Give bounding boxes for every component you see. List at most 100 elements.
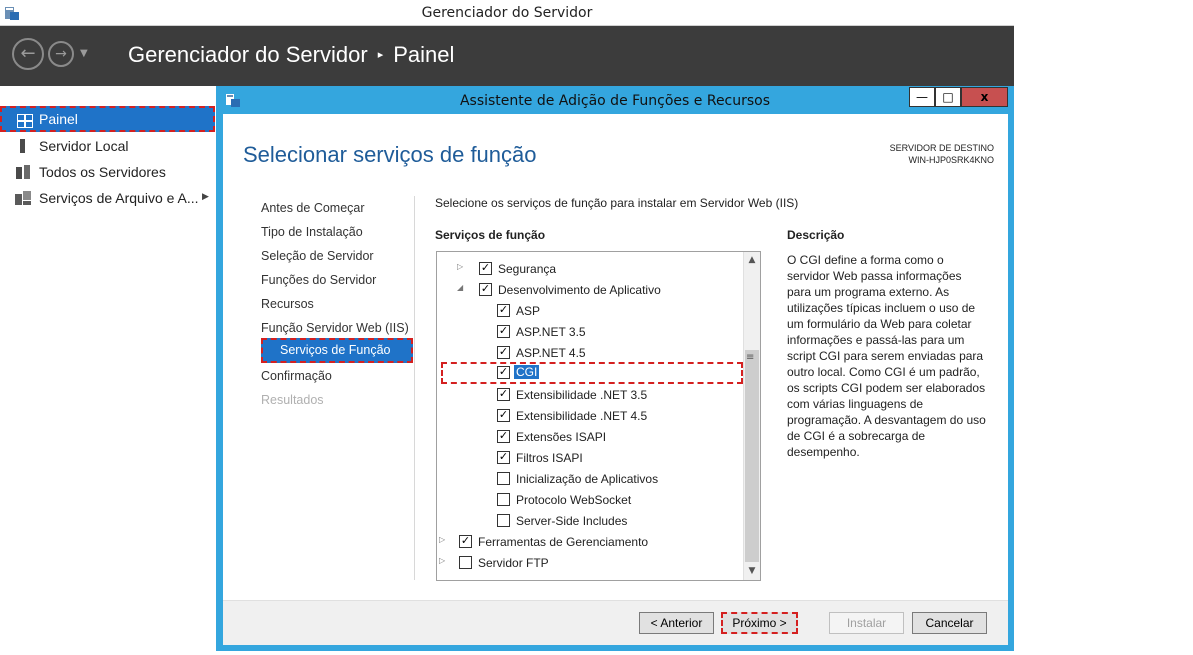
history-dropdown[interactable]: ▼ [80,48,88,59]
tree-scrollbar[interactable]: ▲ ≡ ▼ [743,252,760,580]
servers-icon [16,165,30,179]
chevron-right-icon: ▶ [202,191,209,201]
server-manager-titlebar: Gerenciador do Servidor [0,0,1014,26]
checkbox-app-development[interactable]: ✓ [479,283,492,296]
step-role-services[interactable]: Serviços de Função [261,338,413,363]
step-features[interactable]: Recursos [261,297,314,311]
scroll-down-icon[interactable]: ▼ [744,563,760,579]
breadcrumb-current: Painel [393,42,455,67]
sidebar-item-label: Todos os Servidores [39,164,166,180]
checkbox-aspnet-35[interactable]: ✓ [497,325,510,338]
step-before-you-begin[interactable]: Antes de Começar [261,201,365,215]
sidebar-item-dashboard[interactable]: Painel [0,106,215,132]
checkbox-net-ext-35[interactable]: ✓ [497,388,510,401]
minimize-button[interactable]: — [909,87,935,107]
tree-item-label: CGI [514,365,540,379]
tree-item-label: Servidor FTP [478,556,549,570]
expand-icon[interactable]: ▷ [439,556,449,565]
forward-button[interactable]: → [48,41,74,67]
wizard-footer: < Anterior Próximo > Instalar Cancelar [223,601,1008,645]
tree-item-net-ext-35[interactable]: ✓ Extensibilidade .NET 3.5 [477,385,737,405]
tree-item-aspnet-45[interactable]: ✓ ASP.NET 4.5 [477,343,737,363]
sidebar-item-all-servers[interactable]: Todos os Servidores [0,159,215,185]
sidebar-item-file-services[interactable]: Serviços de Arquivo e A... ▶ [0,185,215,211]
scroll-up-icon[interactable]: ▲ [744,252,760,268]
tree-item-label: Segurança [498,262,557,276]
sidebar-item-local-server[interactable]: Servidor Local [0,133,215,159]
cancel-button[interactable]: Cancelar [912,612,987,634]
wizard-body: Selecionar serviços de função SERVIDOR D… [223,114,1008,645]
tree-item-label: Ferramentas de Gerenciamento [478,535,649,549]
checkbox-isapi-extensions[interactable]: ✓ [497,430,510,443]
tree-item-websocket[interactable]: Protocolo WebSocket [477,490,737,510]
page-title: Selecionar serviços de função [243,142,537,167]
step-confirmation[interactable]: Confirmação [261,369,332,383]
wizard-titlebar: Assistente de Adição de Funções e Recurs… [216,86,1014,114]
checkbox-net-ext-45[interactable]: ✓ [497,409,510,422]
step-installation-type[interactable]: Tipo de Instalação [261,225,363,239]
close-button[interactable]: x [961,87,1008,107]
tree-item-label: Desenvolvimento de Aplicativo [498,283,661,297]
checkbox-security[interactable]: ✓ [479,262,492,275]
sidebar: Painel Servidor Local Todos os Servidore… [0,86,215,655]
tree-item-isapi-filters[interactable]: ✓ Filtros ISAPI [477,448,737,468]
checkbox-cgi[interactable]: ✓ [497,366,510,379]
server-manager-header: ← → ▼ Gerenciador do Servidor ▸ Painel [0,26,1014,86]
wizard-title: Assistente de Adição de Funções e Recurs… [459,93,771,109]
step-web-server-role[interactable]: Função Servidor Web (IIS) [261,321,409,335]
checkbox-ftp-server[interactable] [459,556,472,569]
tree-item-cgi[interactable]: ✓ CGI [441,362,743,384]
tree-item-label: ASP [516,304,541,318]
tree-item-label: Filtros ISAPI [516,451,583,465]
back-button[interactable]: ← [12,38,44,70]
tree-item-label: Inicialização de Aplicativos [516,472,659,486]
file-services-icon [15,191,31,205]
checkbox-aspnet-45[interactable]: ✓ [497,346,510,359]
step-server-selection[interactable]: Seleção de Servidor [261,249,374,263]
step-server-roles[interactable]: Funções do Servidor [261,273,376,287]
breadcrumb-separator: ▸ [377,49,384,61]
scroll-grip-icon: ≡ [746,352,755,363]
previous-button[interactable]: < Anterior [639,612,714,634]
expand-icon[interactable]: ▷ [439,535,449,544]
dashboard-icon [17,114,33,128]
install-button: Instalar [829,612,904,634]
scroll-thumb[interactable] [745,350,759,562]
collapse-icon[interactable]: ◢ [457,283,467,292]
checkbox-isapi-filters[interactable]: ✓ [497,451,510,464]
tree-item-ftp-server[interactable]: ▷ Servidor FTP [439,553,737,573]
tree-item-net-ext-45[interactable]: ✓ Extensibilidade .NET 4.5 [477,406,737,426]
checkbox-ssi[interactable] [497,514,510,527]
tree-item-management-tools[interactable]: ▷ ✓ Ferramentas de Gerenciamento [439,532,737,552]
tree-item-security[interactable]: ▷ ✓ Segurança [457,259,737,279]
tree-item-app-development[interactable]: ◢ ✓ Desenvolvimento de Aplicativo [457,280,737,300]
expand-icon[interactable]: ▷ [457,262,467,271]
next-button[interactable]: Próximo > [721,612,798,634]
destination-server-label: SERVIDOR DE DESTINO [889,143,994,153]
breadcrumb-root[interactable]: Gerenciador do Servidor [128,42,368,67]
instruction-text: Selecione os serviços de função para ins… [435,196,799,210]
chevron-down-icon: ▼ [80,48,88,59]
tree-item-asp[interactable]: ✓ ASP [477,301,737,321]
checkbox-app-initialization[interactable] [497,472,510,485]
checkbox-asp[interactable]: ✓ [497,304,510,317]
tree-item-isapi-extensions[interactable]: ✓ Extensões ISAPI [477,427,737,447]
checkbox-websocket[interactable] [497,493,510,506]
tree-item-ssi[interactable]: Server-Side Includes [477,511,737,531]
tree-item-label: Extensibilidade .NET 4.5 [516,409,648,423]
role-services-tree: ▷ ✓ Segurança ◢ ✓ Desenvolvimento de Apl… [436,251,761,581]
tree-item-label: ASP.NET 4.5 [516,346,586,360]
maximize-button[interactable]: □ [935,87,961,107]
tree-item-aspnet-35[interactable]: ✓ ASP.NET 3.5 [477,322,737,342]
checkbox-management-tools[interactable]: ✓ [459,535,472,548]
description-text: O CGI define a forma como o servidor Web… [787,253,986,459]
tree-item-label: Protocolo WebSocket [516,493,632,507]
tree-item-label: Server-Side Includes [516,514,628,528]
role-services-heading: Serviços de função [435,228,546,242]
tree-item-app-initialization[interactable]: Inicialização de Aplicativos [477,469,737,489]
sidebar-item-label: Serviços de Arquivo e A... [39,190,199,206]
destination-server-name: WIN-HJP0SRK4KNO [908,155,994,165]
steps-divider [414,196,415,580]
tree-item-label: Extensões ISAPI [516,430,607,444]
tree-item-label: Extensibilidade .NET 3.5 [516,388,648,402]
